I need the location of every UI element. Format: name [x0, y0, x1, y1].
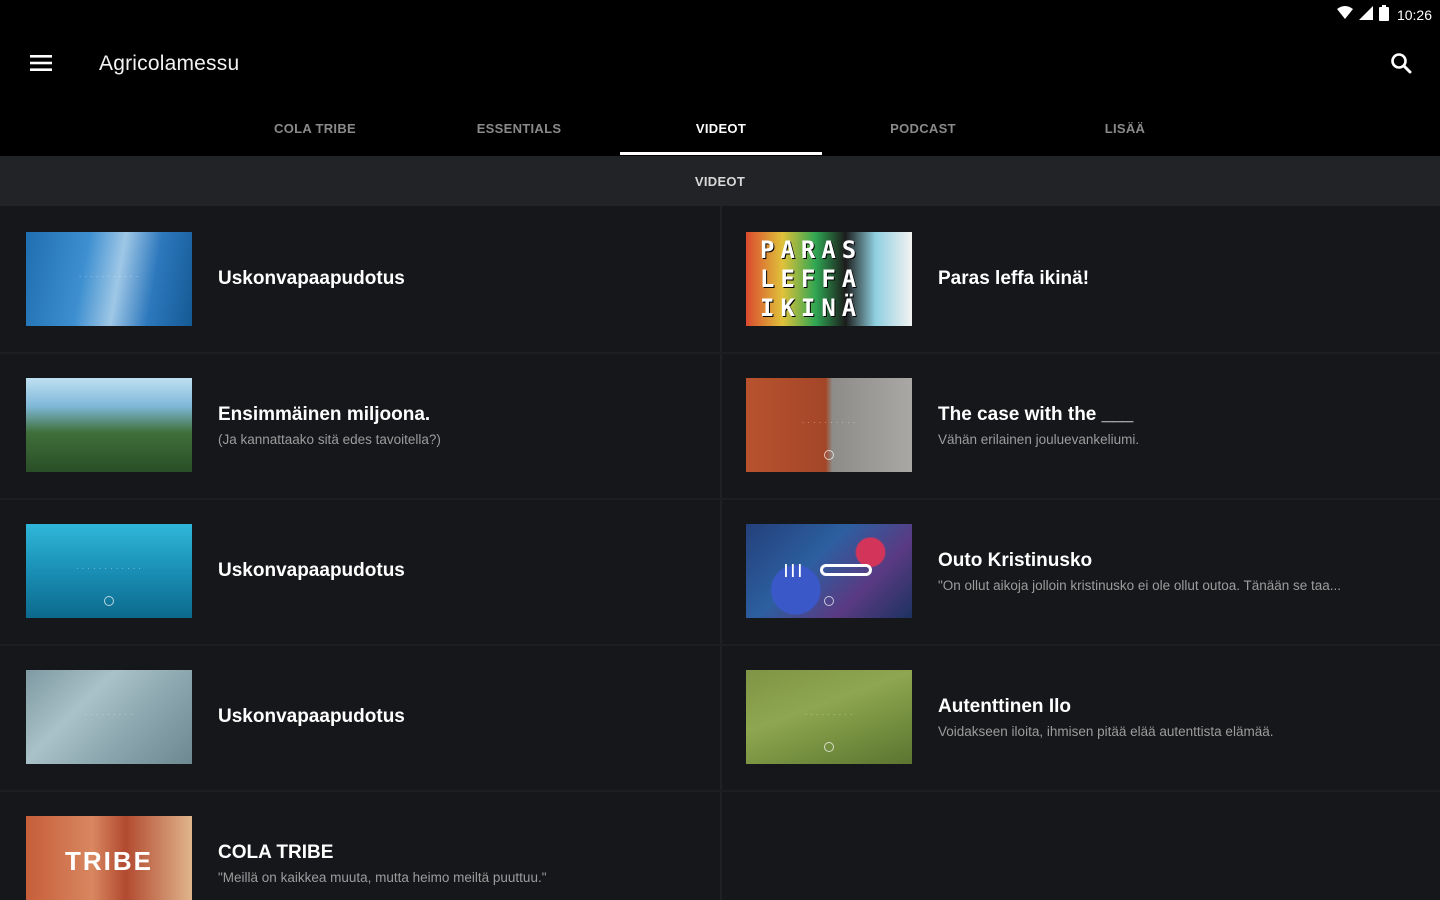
video-thumbnail: · · · · · · · · · [26, 670, 192, 764]
video-thumbnail: TRIBE [26, 816, 192, 900]
app-title: Agricolamessu [99, 52, 240, 75]
menu-button[interactable] [22, 46, 60, 84]
video-item[interactable]: · · · · · · · · · · · Uskonvapaapudotus [0, 206, 720, 352]
battery-icon [1378, 4, 1389, 26]
video-subtitle: "On ollut aikoja jolloin kristinusko ei … [938, 577, 1342, 593]
video-thumbnail: · · · · · · · · · · · [26, 232, 192, 326]
video-title: Outo Kristinusko [938, 549, 1093, 571]
video-title: Paras leffa ikinä! [938, 268, 1090, 289]
video-item[interactable]: · · · · · · · · · · · · Uskonvapaapudotu… [0, 498, 720, 644]
thumbnail-caption: · · · · · · · · · [84, 712, 134, 718]
thumbnail-text: TRIBE [65, 846, 153, 876]
thumbnail-graphic: ||| [784, 561, 805, 577]
video-title: Autenttinen Ilo [938, 695, 1071, 717]
thumbnail-logo [824, 596, 834, 606]
video-text: COLA TRIBE "Meillä on kaikkea muuta, mut… [218, 790, 700, 900]
video-subtitle: Voidakseen iloita, ihmisen pitää elää au… [938, 723, 1274, 739]
status-time: 10:26 [1396, 7, 1432, 23]
video-thumbnail: · · · · · · · · · [746, 670, 912, 764]
video-text: Paras leffa ikinä! [938, 206, 1420, 352]
video-grid: · · · · · · · · · · · Uskonvapaapudotus … [0, 206, 1440, 900]
wifi-icon [1336, 5, 1353, 25]
status-icons: 10:26 [1336, 4, 1432, 26]
video-item[interactable]: PARAS LEFFA IKINÄ Paras leffa ikinä! [720, 206, 1440, 352]
video-subtitle: (Ja kannattaako sitä edes tavoitella?) [218, 431, 441, 447]
video-item[interactable]: · · · · · · · · · Autenttinen Ilo Voidak… [720, 644, 1440, 790]
video-subtitle: "Meillä on kaikkea muuta, mutta heimo me… [218, 869, 547, 885]
status-bar: 10:26 [0, 0, 1440, 30]
section-header: VIDEOT [0, 156, 1440, 206]
video-item[interactable]: · · · · · · · · · · The case with the __… [720, 352, 1440, 498]
video-text: The case with the ___ Vähän erilainen jo… [938, 352, 1420, 498]
app-bar: Agricolamessu [0, 30, 1440, 100]
thumbnail-caption: · · · · · · · · · · · [79, 274, 139, 280]
video-item[interactable]: Ensimmäinen miljoona. (Ja kannattaako si… [0, 352, 720, 498]
tab-lisaa[interactable]: LISÄÄ [1024, 100, 1226, 156]
thumbnail-logo [824, 742, 834, 752]
tab-essentials[interactable]: ESSENTIALS [418, 100, 620, 156]
video-text: Outo Kristinusko "On ollut aikoja jolloi… [938, 498, 1420, 644]
video-text: Uskonvapaapudotus [218, 644, 700, 790]
video-thumbnail [26, 378, 192, 472]
tab-cola-tribe[interactable]: COLA TRIBE [214, 100, 416, 156]
video-title: Ensimmäinen miljoona. [218, 403, 431, 425]
video-title: Uskonvapaapudotus [218, 706, 405, 727]
thumbnail-graphic [820, 564, 872, 576]
video-title: Uskonvapaapudotus [218, 560, 405, 581]
tab-videot[interactable]: VIDEOT [620, 100, 822, 156]
tab-podcast[interactable]: PODCAST [822, 100, 1024, 156]
video-subtitle: Vähän erilainen jouluevankeliumi. [938, 431, 1140, 447]
video-thumbnail: · · · · · · · · · · · · [26, 524, 192, 618]
menu-icon [30, 54, 52, 77]
thumbnail-logo [824, 450, 834, 460]
thumbnail-caption: · · · · · · · · · [804, 712, 854, 718]
thumbnail-logo [104, 596, 114, 606]
video-text: Ensimmäinen miljoona. (Ja kannattaako si… [218, 352, 700, 498]
video-text: Autenttinen Ilo Voidakseen iloita, ihmis… [938, 644, 1420, 790]
video-item[interactable]: ||| Outo Kristinusko "On ollut aikoja jo… [720, 498, 1440, 644]
video-text: Uskonvapaapudotus [218, 206, 700, 352]
video-title: COLA TRIBE [218, 841, 334, 863]
video-thumbnail: PARAS LEFFA IKINÄ [746, 232, 912, 326]
search-icon [1390, 52, 1412, 79]
video-thumbnail: ||| [746, 524, 912, 618]
video-title: Uskonvapaapudotus [218, 268, 405, 289]
tab-bar: COLA TRIBE ESSENTIALS VIDEOT PODCAST LIS… [0, 100, 1440, 156]
video-item[interactable]: TRIBE COLA TRIBE "Meillä on kaikkea muut… [0, 790, 720, 900]
thumbnail-text: PARAS LEFFA IKINÄ [760, 236, 863, 322]
search-button[interactable] [1382, 46, 1420, 84]
video-thumbnail: · · · · · · · · · · [746, 378, 912, 472]
video-title: The case with the ___ [938, 403, 1134, 425]
thumbnail-caption: · · · · · · · · · · · · [76, 566, 142, 572]
signal-icon [1358, 5, 1373, 25]
video-text: Uskonvapaapudotus [218, 498, 700, 644]
thumbnail-caption: · · · · · · · · · · [802, 420, 856, 426]
video-item[interactable]: · · · · · · · · · Uskonvapaapudotus [0, 644, 720, 790]
